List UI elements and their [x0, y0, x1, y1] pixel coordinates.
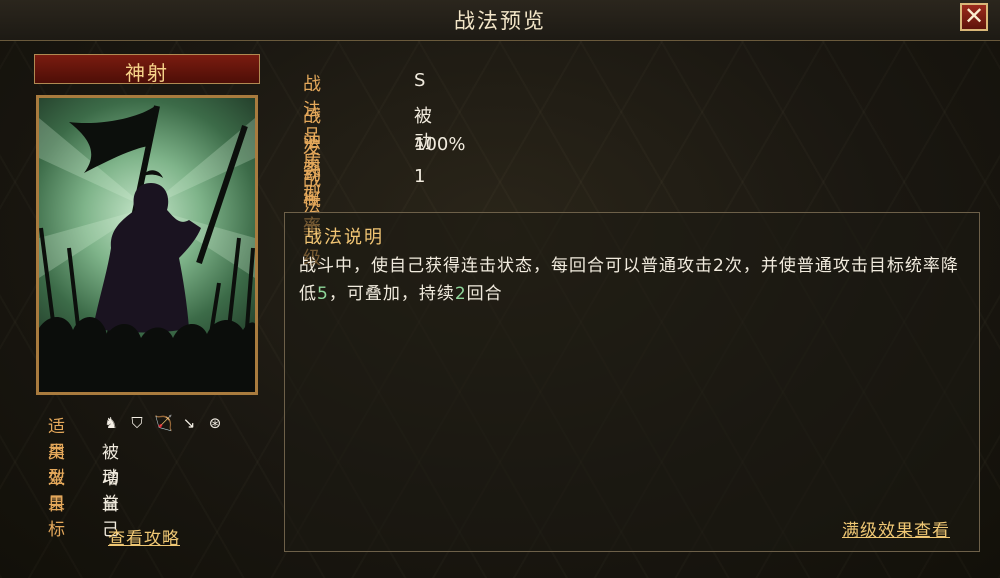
description-title: 战法说明	[304, 227, 384, 248]
window-title: 战法预览	[454, 9, 546, 33]
siege-wheel-icon: ⊛	[208, 414, 222, 432]
target-label: 目标	[48, 495, 67, 540]
stat-value: 100%	[414, 134, 466, 155]
skill-name-banner: 神射	[34, 54, 260, 85]
max-level-effect-link[interactable]: 满级效果查看	[842, 516, 950, 541]
title-bar: 战法预览 ✕	[0, 0, 1000, 41]
highlight-value: 2	[454, 284, 467, 304]
troop-icons: ♞ ⛉ 🏹 ↘ ⊛	[102, 414, 224, 432]
skill-portrait	[36, 95, 258, 395]
description-text: 战斗中，使自己获得连击状态，每回合可以普通攻击2次，并使普通攻击目标统率降低5，…	[299, 252, 969, 308]
description-part: ，可叠加，持续	[328, 284, 455, 304]
cavalry-icon: ♞	[104, 414, 118, 432]
description-panel: 战法说明 战斗中，使自己获得连击状态，每回合可以普通攻击2次，并使普通攻击目标统…	[284, 212, 980, 552]
description-part: 回合	[466, 284, 503, 304]
view-guide-link[interactable]: 查看攻略	[108, 524, 180, 549]
archer-general-silhouette	[39, 105, 255, 392]
close-button[interactable]: ✕	[960, 3, 988, 31]
stat-value: S	[414, 70, 426, 91]
spear-icon: ↘	[182, 414, 196, 432]
skill-name: 神射	[125, 61, 169, 85]
stat-value: 1	[414, 166, 426, 187]
highlight-value: 5	[317, 284, 329, 304]
bow-icon: 🏹	[154, 414, 173, 432]
close-icon[interactable]: ✕	[964, 2, 984, 30]
shield-icon: ⛉	[131, 414, 143, 432]
